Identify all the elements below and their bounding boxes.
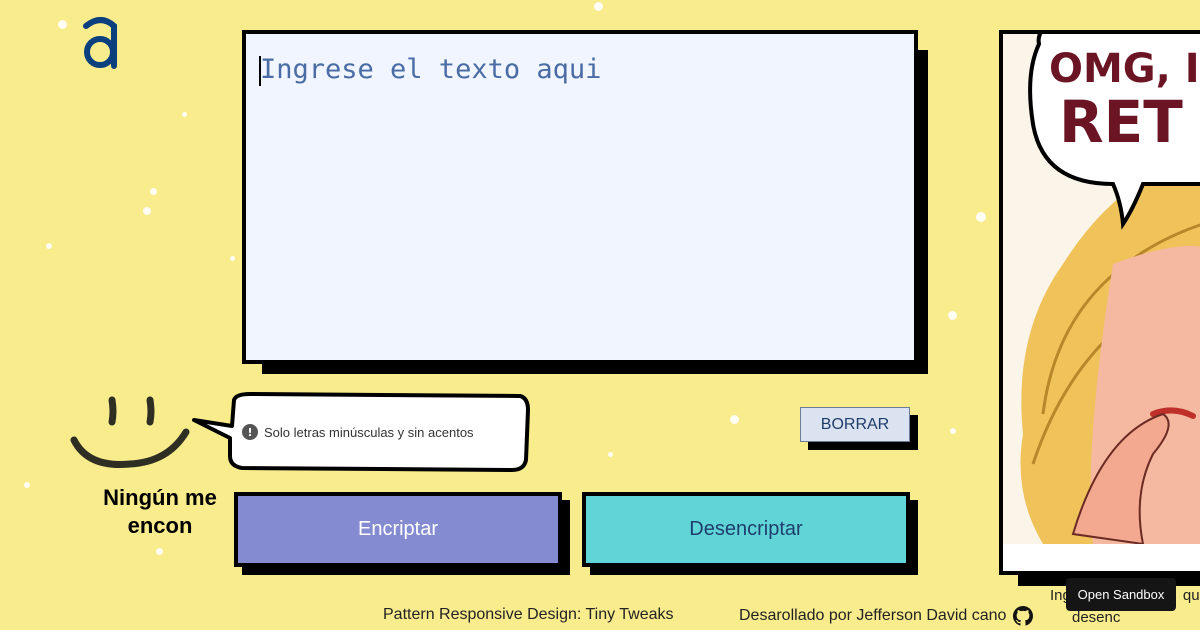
- snow-dot: [230, 256, 235, 261]
- message-input[interactable]: [258, 52, 902, 346]
- snow-dot: [948, 311, 957, 320]
- clear-button[interactable]: BORRAR: [800, 407, 910, 442]
- panel-title-line2: encon: [127, 513, 193, 538]
- panel-title-line1: Ningún me: [103, 485, 217, 510]
- encrypt-button[interactable]: Encriptar: [234, 492, 562, 567]
- snow-dot: [950, 428, 956, 434]
- smiley-face-icon: [70, 396, 190, 468]
- snow-dot: [143, 207, 151, 215]
- panel-title: Ningún me encon: [60, 484, 260, 540]
- snow-dot: [46, 243, 52, 249]
- hint-text: Solo letras minúsculas y sin acentos: [264, 424, 474, 440]
- alura-logo-icon[interactable]: [80, 16, 122, 72]
- snow-dot: [594, 2, 603, 11]
- pattern-credit: Pattern Responsive Design: Tiny Tweaks: [383, 606, 674, 623]
- result-panel: OMG, I RET: [999, 30, 1200, 575]
- comic-text-line2: RET: [1059, 88, 1183, 156]
- alert-circle-icon: !: [242, 424, 258, 440]
- developer-credit-text: Desarollado por Jefferson David cano: [739, 607, 1007, 624]
- panel-subtitle-line1-tail: que: [1182, 587, 1200, 604]
- snow-dot: [608, 452, 613, 457]
- text-caret: [259, 56, 261, 86]
- comic-text-line1: OMG, I: [1049, 46, 1200, 92]
- decrypt-button[interactable]: Desencriptar: [582, 492, 910, 567]
- snow-dot: [976, 212, 986, 222]
- developer-credit: Desarollado por Jefferson David cano: [739, 606, 1034, 626]
- snow-dot: [730, 415, 739, 424]
- snow-dot: [58, 20, 67, 29]
- github-icon[interactable]: [1013, 606, 1034, 626]
- snow-dot: [24, 482, 30, 488]
- editor-frame: [242, 30, 918, 364]
- snow-dot: [150, 188, 157, 195]
- hint: ! Solo letras minúsculas y sin acentos: [242, 424, 474, 440]
- open-sandbox-button[interactable]: Open Sandbox: [1066, 578, 1176, 611]
- snow-dot: [182, 112, 187, 117]
- editor-container: [242, 30, 928, 374]
- comic-illustration: OMG, I RET: [1003, 34, 1200, 544]
- snow-dot: [156, 548, 163, 555]
